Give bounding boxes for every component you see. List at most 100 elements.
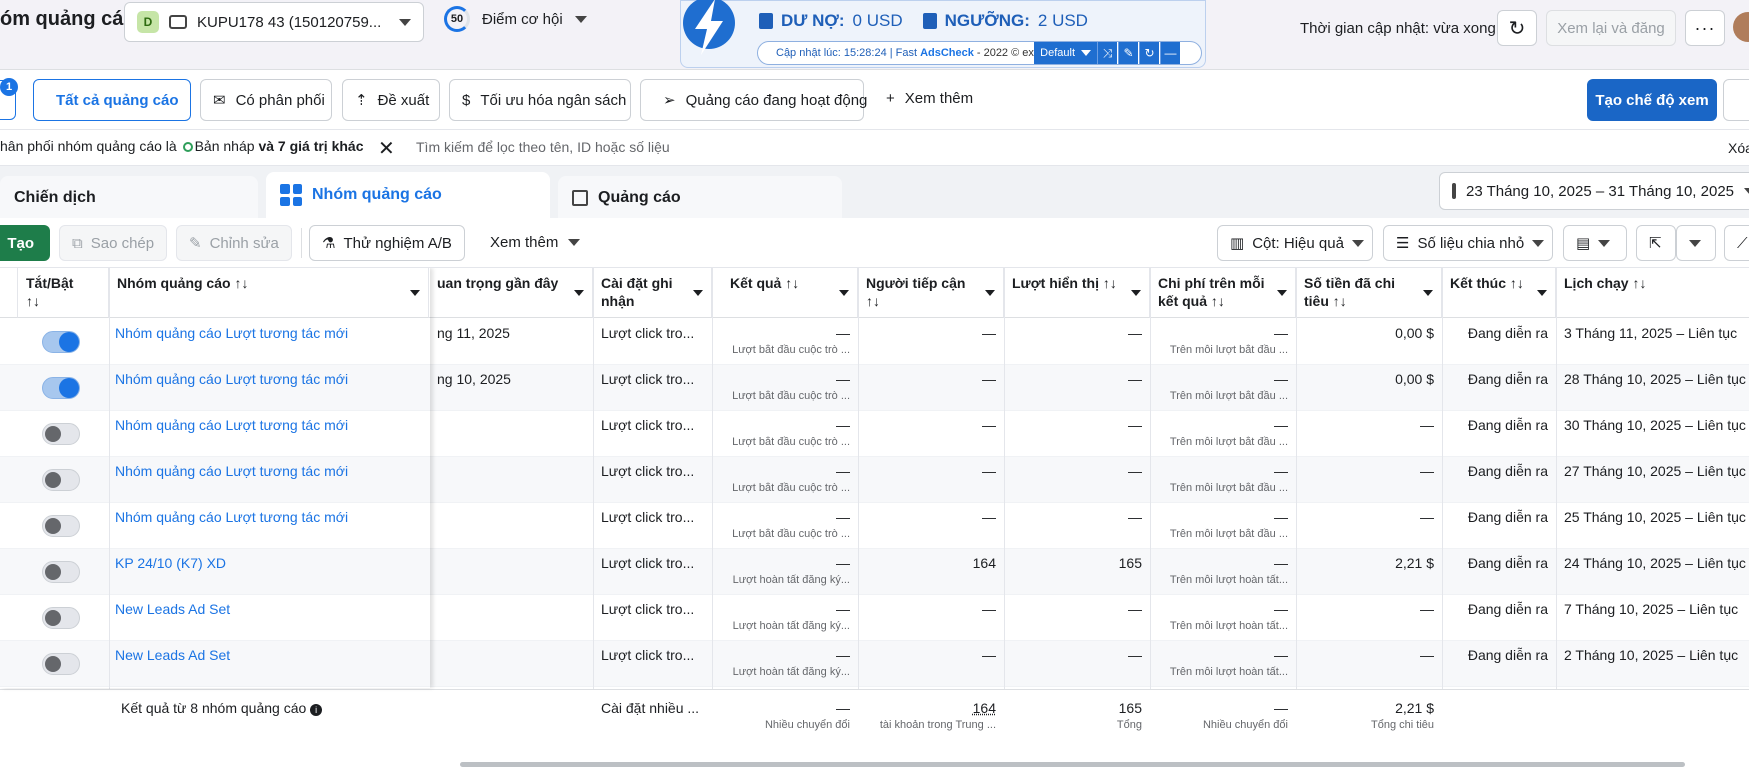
duplicate-button[interactable]: ⧉ Sao chép [59,225,167,261]
row-checkbox[interactable] [0,595,18,641]
date-range-picker[interactable]: 23 Tháng 10, 2025 – 31 Tháng 10, 2025 [1439,172,1749,210]
create-button[interactable]: Tạo [0,225,50,261]
refresh-button[interactable]: ↻ [1497,10,1537,46]
header-amount-spent[interactable]: Số tiền đã chi tiêu ↑↓ [1296,268,1442,318]
adset-name-link[interactable]: Nhóm quảng cáo Lượt tương tác mới [115,509,348,525]
adset-name-link[interactable]: Nhóm quảng cáo Lượt tương tác mới [115,325,348,341]
edit-icon[interactable]: ✎ [1118,42,1138,64]
breakdown-button[interactable]: ☰ Số liệu chia nhỏ [1383,225,1553,261]
header-results[interactable]: Kết quả ↑↓ [712,268,858,318]
adset-toggle[interactable] [42,469,80,491]
columns-button[interactable]: ▥ Cột: Hiệu quả [1217,225,1373,261]
row-checkbox[interactable] [0,457,18,503]
export-options-button[interactable] [1676,225,1716,261]
filter-chip[interactable]: hân phối nhóm quảng cáo là Bản nháp và 7… [0,138,364,154]
table-row[interactable]: KP 24/10 (K7) XD Lượt click tro... — Lượt h… [0,549,1749,595]
cell-value: — [1274,417,1288,433]
reports-button[interactable]: ▤ [1563,225,1627,261]
review-publish-button[interactable]: Xem lại và đăng [1546,10,1676,46]
table-row[interactable]: New Leads Ad Set Lượt click tro... — Lượt h… [0,641,1749,687]
adset-name-link[interactable]: New Leads Ad Set [115,601,230,617]
adset-toggle[interactable] [42,653,80,675]
export-button[interactable]: ⇱ [1636,225,1676,261]
minimize-icon[interactable]: — [1160,42,1180,64]
row-checkbox[interactable] [0,549,18,595]
create-view-button[interactable]: Tạo chế độ xem [1587,79,1717,121]
view-settings-button[interactable] [1723,79,1749,121]
more-actions-button[interactable]: Xem thêm [490,234,581,251]
cell-value: — [1420,463,1434,479]
refresh-icon[interactable]: ↻ [1139,42,1159,64]
row-checkbox[interactable] [0,319,18,365]
table-row[interactable]: Nhóm quảng cáo Lượt tương tác mới Lượt cl… [0,503,1749,549]
tab-active-ads[interactable]: ➢ Quảng cáo đang hoạt động [640,79,867,121]
summary-sub: Tổng chi tiêu [1371,719,1434,731]
toggle-knob [45,472,61,488]
cell-amount-spent: 0,00 $ [1296,319,1442,365]
adset-name-link[interactable]: Nhóm quảng cáo Lượt tương tác mới [115,417,348,433]
tab-label: Chiến dịch [14,189,96,206]
adset-toggle[interactable] [42,607,80,629]
info-icon[interactable]: i [310,704,323,716]
header-ends[interactable]: Kết thúc ↑↓ [1442,268,1556,318]
header-toggle[interactable]: Tắt/Bật ↑↓ [18,268,109,318]
tab-delivering[interactable]: ✉ Có phân phối [200,79,332,121]
row-checkbox[interactable] [0,641,18,687]
header-recent-changes[interactable]: uan trọng gần đây [429,268,593,318]
header-cost-per-result[interactable]: Chi phí trên mỗi kết quả ↑↓ [1150,268,1296,318]
search-input[interactable] [416,134,1316,160]
tab-budget-optimization[interactable]: $ Tối ưu hóa ngân sách [449,79,631,121]
adset-name-link[interactable]: New Leads Ad Set [115,647,230,663]
header-impressions[interactable]: Lượt hiển thị ↑↓ [1004,268,1150,318]
tab-ads[interactable]: Quảng cáo [558,176,842,220]
ab-test-button[interactable]: ⚗ Thử nghiệm A/B [309,225,465,261]
shuffle-icon[interactable]: ⤨ [1097,42,1117,64]
select-all-header[interactable] [0,268,18,318]
row-checkbox[interactable] [0,411,18,457]
charts-button[interactable]: ⟋ [1724,225,1749,261]
row-checkbox[interactable] [0,365,18,411]
horizontal-scrollbar[interactable] [460,762,1685,767]
adscheck-widget: DƯ NỢ: 0 USD NGƯỠNG: 2 USD Cập nhật lúc:… [680,0,1206,68]
edit-button[interactable]: ✎ Chỉnh sửa [176,225,292,261]
adsets-table: Tắt/Bật ↑↓ Nhóm quảng cáo ↑↓ uan trọng g… [0,268,1749,767]
adset-toggle[interactable] [42,377,80,399]
tab-adsets[interactable]: Nhóm quảng cáo [266,172,550,218]
cell-subtext: Lượt bắt đầu cuộc trò ... [732,482,850,494]
chevron-down-icon [985,290,995,296]
tab-all-ads[interactable]: Tất cả quảng cáo [33,79,191,121]
header-name[interactable]: Nhóm quảng cáo ↑↓ [109,268,429,318]
cell-value: 165 [1118,555,1142,571]
adset-name-link[interactable]: KP 24/10 (K7) XD [115,555,226,571]
cell-results: — Lượt bắt đầu cuộc trò ... [712,365,858,411]
cell-attribution: Lượt click tro... [593,641,712,687]
more-options-button[interactable]: ··· [1685,10,1725,46]
adset-name-link[interactable]: Nhóm quảng cáo Lượt tương tác mới [115,371,348,387]
avatar[interactable] [1733,12,1749,42]
adset-toggle[interactable] [42,515,80,537]
table-row[interactable]: Nhóm quảng cáo Lượt tương tác mới Lượt cl… [0,457,1749,503]
adset-toggle[interactable] [42,331,80,353]
clear-filters-link[interactable]: Xóa [1728,140,1749,156]
adset-toggle[interactable] [42,561,80,583]
cell-value: — [1128,371,1142,387]
table-row[interactable]: Nhóm quảng cáo Lượt tương tác mới Lượt cl… [0,411,1749,457]
header-schedule[interactable]: Lịch chạy ↑↓ [1556,268,1749,318]
table-row[interactable]: Nhóm quảng cáo Lượt tương tác mới ng 11, … [0,319,1749,365]
more-filters-button[interactable]: + Xem thêm [886,90,973,107]
opportunity-score[interactable]: 50 Điểm cơ hội [444,6,587,32]
table-row[interactable]: New Leads Ad Set Lượt click tro... — Lượt h… [0,595,1749,641]
table-row[interactable]: Nhóm quảng cáo Lượt tương tác mới ng 10, … [0,365,1749,411]
cell-value: — [1274,647,1288,663]
close-icon[interactable]: ✕ [378,136,395,161]
tab-campaigns[interactable]: Chiến dịch [0,176,258,220]
account-selector[interactable]: D KUPU178 43 (150120759... [124,2,424,42]
adset-toggle[interactable] [42,423,80,445]
preset-select[interactable]: Default [1034,42,1097,64]
copy-icon: ⧉ [72,234,83,252]
adset-name-link[interactable]: Nhóm quảng cáo Lượt tương tác mới [115,463,348,479]
row-checkbox[interactable] [0,503,18,549]
header-attribution[interactable]: Cài đặt ghi nhận [593,268,712,318]
tab-recommendations[interactable]: ⇡ Đề xuất [342,79,440,121]
header-reach[interactable]: Người tiếp cận ↑↓ [858,268,1004,318]
